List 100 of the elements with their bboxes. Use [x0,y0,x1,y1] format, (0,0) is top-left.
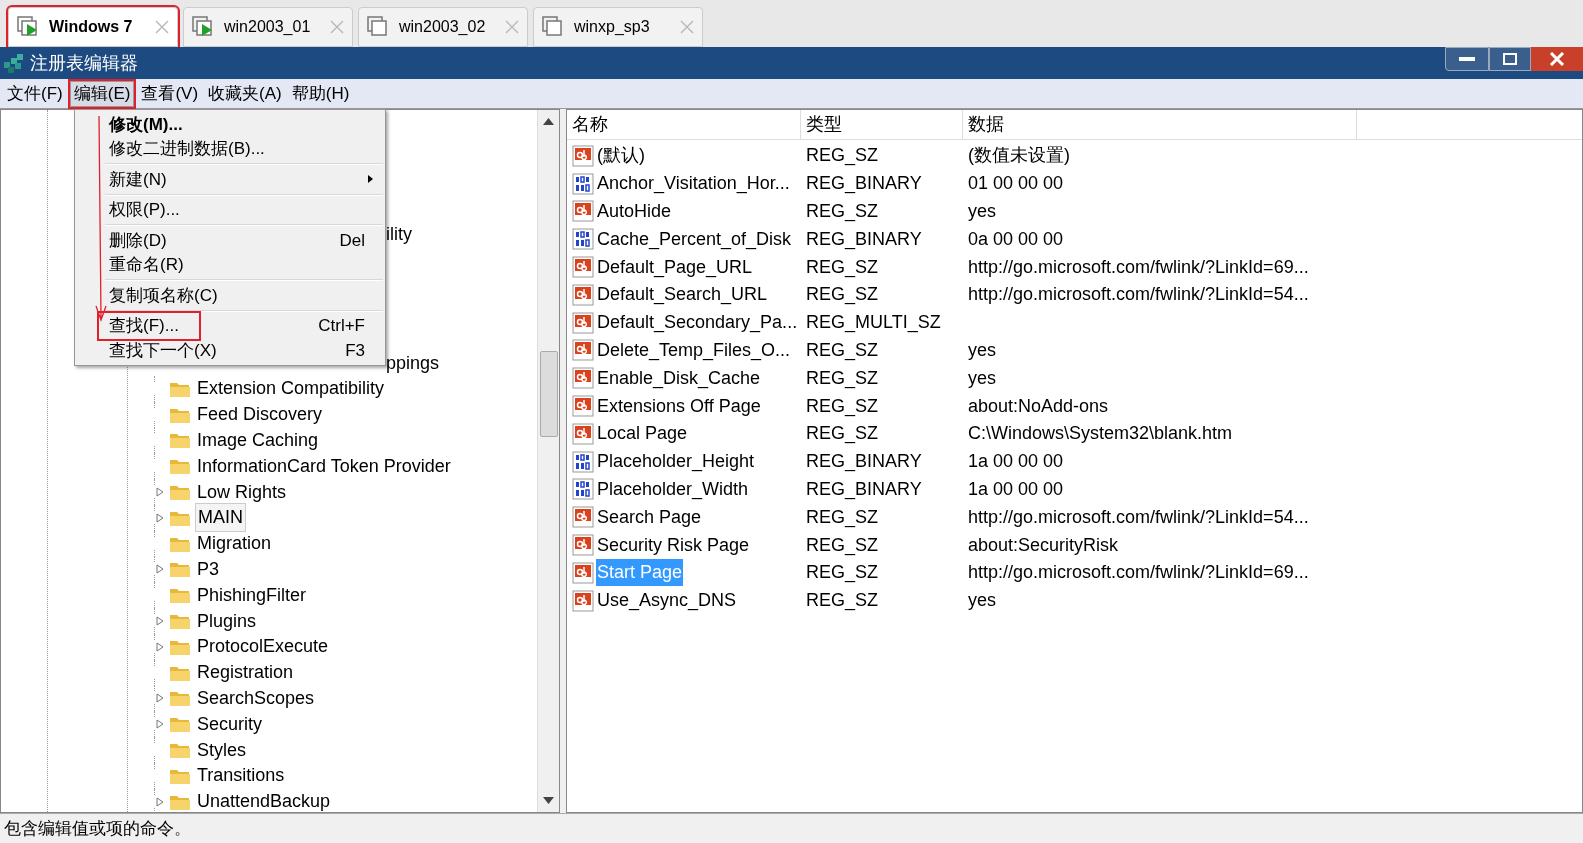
vm-tab[interactable]: Windows 7 [8,7,178,47]
column-header[interactable]: 名称 [567,110,801,139]
registry-editor-icon [2,52,26,74]
value-data: yes [967,366,996,390]
expand-arrow-icon[interactable] [156,564,164,575]
folder-icon [169,560,191,579]
tree-item[interactable]: ProtocolExecute [195,633,331,661]
close-button[interactable] [1531,47,1583,71]
value-type: REG_BINARY [805,477,923,502]
expand-arrow-icon[interactable] [156,487,164,498]
tree-item[interactable]: Registration [195,659,296,687]
menu-item[interactable]: 文件(F) [4,80,66,107]
value-name[interactable]: Placeholder_Height [596,448,756,476]
tree-item[interactable]: Transitions [195,762,287,790]
vm-tab[interactable]: win2003_01 [183,7,353,47]
tree-item[interactable]: Extension Compatibility [195,375,387,403]
value-name[interactable]: Enable_Disk_Cache [596,364,762,392]
tree-item[interactable]: InformationCard Token Provider [195,452,453,480]
tab-label: winxp_sp3 [574,17,650,37]
value-data: 0a 00 00 00 [967,227,1064,251]
expand-arrow-icon[interactable] [156,512,164,523]
value-type: REG_SZ [805,394,880,419]
value-name[interactable]: Anchor_Visitation_Hor... [596,170,791,198]
value-name[interactable]: Search Page [596,503,703,531]
menu-item[interactable]: 新建(N) [75,167,385,192]
shortcut-text: Ctrl+F [318,315,365,337]
menu-item[interactable]: 修改(M)... [75,112,385,137]
value-name[interactable]: (默认) [596,142,646,170]
expand-arrow-icon[interactable] [156,693,164,704]
tree-item[interactable]: P3 [195,555,222,583]
value-name[interactable]: Extensions Off Page [596,392,762,420]
folder-icon [169,715,191,734]
scrollbar[interactable] [537,110,559,812]
value-name[interactable]: Default_Page_URL [596,253,754,281]
menu-item[interactable]: 复制项名称(C) [75,283,385,308]
value-data: C:\Windows\System32\blank.htm [967,422,1233,446]
tree-item[interactable]: MAIN [195,503,246,533]
folder-icon [169,586,191,605]
value-name[interactable]: Local Page [596,420,689,448]
tree-item[interactable]: Image Caching [195,426,321,454]
tree-item[interactable]: ppings [386,349,440,377]
menu-item[interactable]: 重命名(R) [75,252,385,277]
tree-item[interactable]: PhishingFilter [195,581,309,609]
column-header[interactable]: 类型 [801,110,963,139]
value-name[interactable]: Use_Async_DNS [596,587,738,615]
menu-item[interactable]: 编辑(E) [69,80,135,107]
value-name[interactable]: Default_Search_URL [596,281,769,309]
expand-arrow-icon[interactable] [156,796,164,807]
menu-item[interactable]: 删除(D) Del [75,228,385,253]
close-icon[interactable] [155,20,169,34]
value-data: http://go.microsoft.com/fwlink/?LinkId=69... [967,255,1309,279]
menu-item[interactable]: 权限(P)... [75,197,385,222]
menu-item[interactable]: 收藏夹(A) [205,80,285,107]
value-type: REG_BINARY [805,227,923,252]
menu-item[interactable]: 查看(V) [138,80,202,107]
tree-item[interactable]: Plugins [195,607,259,635]
menu-item[interactable]: 查找下一个(X) F3 [75,338,385,363]
tree-item[interactable]: Migration [195,530,274,558]
string-value-icon [572,589,594,612]
expand-arrow-icon[interactable] [156,719,164,730]
expand-arrow-icon[interactable] [156,641,164,652]
value-data: 1a 00 00 00 [967,450,1064,474]
value-type: REG_SZ [805,422,880,446]
value-name[interactable]: Security Risk Page [596,531,751,559]
value-name[interactable]: Default_Secondary_Pa... [596,309,799,337]
minimize-button[interactable] [1445,47,1489,71]
tree-item[interactable]: Security [195,710,265,738]
scroll-up-icon[interactable] [543,118,554,125]
scroll-down-icon[interactable] [543,797,554,804]
tree-item[interactable]: SearchScopes [195,684,317,712]
value-type: REG_SZ [805,366,880,391]
folder-icon [169,741,191,759]
column-header[interactable]: 数据 [963,110,1357,139]
menu-item[interactable]: 查找(F)... Ctrl+F [75,313,385,338]
vm-tab[interactable]: win2003_02 [358,7,528,47]
folder-icon [169,689,191,708]
value-type: REG_SZ [805,533,880,558]
tree-item[interactable]: Feed Discovery [195,401,325,429]
value-name[interactable]: Cache_Percent_of_Disk [596,225,793,253]
tab-label: win2003_01 [224,17,311,37]
tree-item[interactable]: ility [386,220,412,248]
tree-item[interactable]: Styles [195,736,249,764]
close-icon [1549,52,1565,66]
menu-item[interactable]: 修改二进制数据(B)... [75,136,385,161]
window-title: 注册表编辑器 [30,51,138,75]
vm-tab[interactable]: winxp_sp3 [533,7,703,47]
value-type: REG_SZ [805,200,880,224]
value-name[interactable]: Delete_Temp_Files_O... [596,336,792,364]
binary-value-icon [572,450,594,473]
restore-button[interactable] [1489,47,1531,71]
value-name[interactable]: AutoHide [596,198,673,225]
scroll-thumb[interactable] [539,351,558,437]
string-value-icon [572,200,594,223]
expand-arrow-icon[interactable] [156,616,164,627]
binary-value-icon [572,478,594,501]
value-name[interactable]: Placeholder_Width [596,475,750,503]
tree-item[interactable]: Low Rights [195,478,289,506]
value-type: REG_SZ [805,338,880,363]
menu-item[interactable]: 帮助(H) [288,80,353,107]
tree-item[interactable]: UnattendBackup [195,788,333,812]
